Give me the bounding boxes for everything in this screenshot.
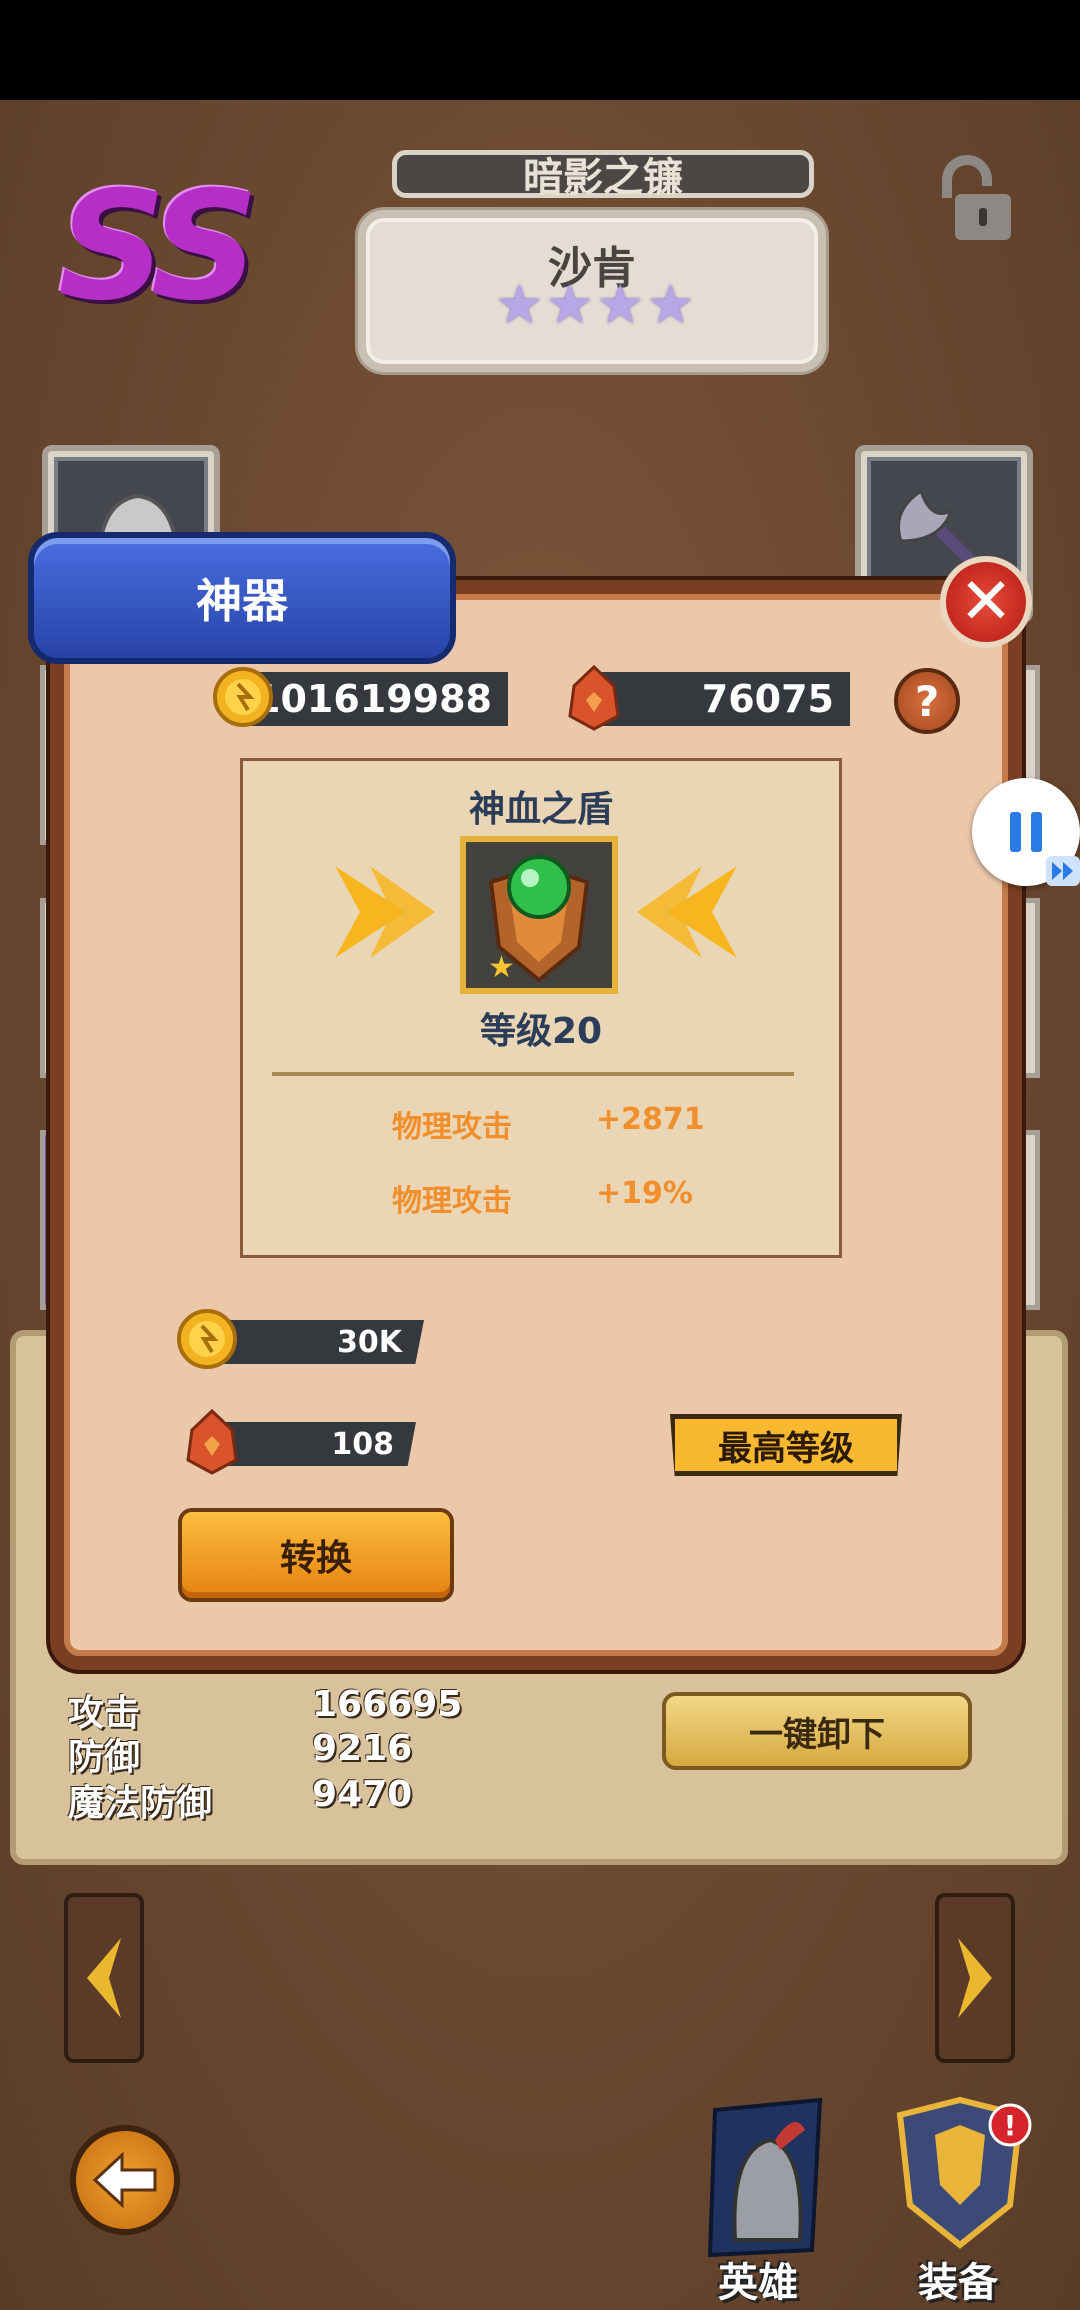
fast-forward-icon[interactable] [1046, 856, 1080, 886]
stat-label: 魔法防御 [68, 1783, 213, 1824]
stat-label: 防御 [68, 1737, 141, 1778]
ore-amount: 76075 [592, 672, 850, 726]
attribute-value: +2871 [596, 1102, 705, 1137]
gold-coin-icon [213, 667, 273, 727]
svg-text:★: ★ [488, 950, 515, 985]
arrow-right-icon[interactable] [330, 856, 440, 968]
svg-text:!: ! [1004, 2109, 1017, 2142]
gold-amount: 101619988 [244, 672, 508, 726]
close-button[interactable]: ✕ [940, 556, 1032, 648]
tab-equipment-label: 装备 [918, 2260, 998, 2306]
close-icon: ✕ [959, 565, 1013, 639]
armor-icon: ! [896, 2096, 1032, 2249]
helmet-icon [707, 2097, 823, 2258]
ore-icon [568, 664, 620, 731]
modal-title: 神器 [28, 532, 456, 664]
attribute-label: 物理攻击 [392, 1184, 512, 1219]
tab-equipment[interactable]: ! [880, 2095, 1040, 2255]
hero-stars: ★ ★ ★ ★ [495, 273, 695, 336]
artifact-shield-icon: ★ [460, 836, 618, 994]
tab-heroes[interactable] [690, 2090, 840, 2260]
attribute-value: +19% [596, 1176, 693, 1211]
stat-value: 9216 [312, 1728, 413, 1769]
gold-coin-icon [177, 1309, 237, 1369]
chevron-right-icon [958, 1938, 992, 2018]
next-hero-button[interactable] [935, 1893, 1015, 2063]
stat-value: 9470 [312, 1774, 413, 1815]
ore-icon [186, 1408, 238, 1475]
divider [272, 1072, 794, 1076]
grade-label: SS [58, 160, 259, 334]
help-button[interactable]: ? [894, 668, 960, 734]
star-icon: ★ [495, 273, 544, 336]
pause-icon [1010, 812, 1042, 852]
stat-value: 166695 [312, 1684, 463, 1725]
star-icon: ★ [545, 273, 594, 336]
tab-heroes-label: 英雄 [718, 2260, 798, 2306]
previous-hero-button[interactable] [64, 1893, 144, 2063]
unlock-icon[interactable] [925, 150, 1025, 250]
arrow-left-icon [92, 2151, 157, 2209]
status-bar [0, 0, 1080, 100]
star-icon: ★ [596, 273, 645, 336]
equipment-name: 暗影之镰 [392, 150, 814, 201]
attribute-label: 物理攻击 [392, 1110, 512, 1145]
convert-button[interactable]: 转换 [178, 1508, 454, 1602]
unequip-all-button[interactable]: 一键卸下 [662, 1692, 972, 1770]
back-button[interactable] [70, 2125, 180, 2235]
star-icon: ★ [646, 273, 695, 336]
max-level-badge: 最高等级 [670, 1414, 902, 1476]
artifact-name: 神血之盾 [468, 789, 613, 830]
cost-gold: 30K [208, 1320, 424, 1364]
artifact-level: 等级20 [479, 1011, 603, 1052]
arrow-left-icon[interactable] [632, 856, 742, 968]
chevron-left-icon [87, 1938, 121, 2018]
